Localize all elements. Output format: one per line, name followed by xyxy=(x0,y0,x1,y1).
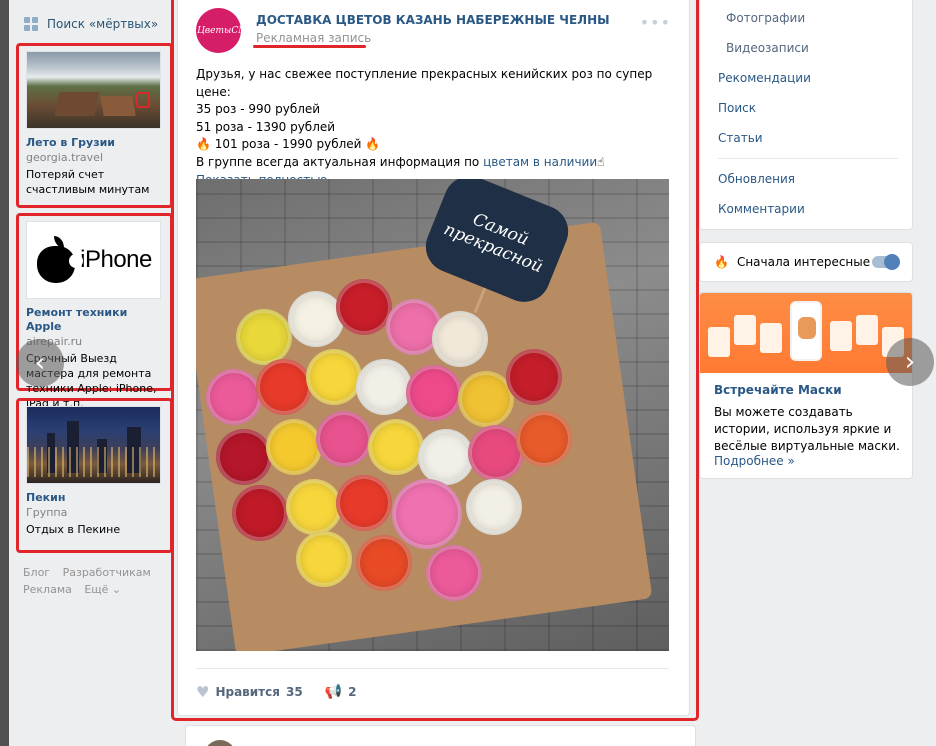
menu-comments[interactable]: Комментарии xyxy=(718,202,805,216)
ad-image-iphone[interactable]: iPhone xyxy=(26,221,161,299)
footer-blog-link[interactable]: Блог xyxy=(23,566,50,579)
search-dead-label: Поиск «мёртвых» xyxy=(47,17,159,31)
avatar[interactable] xyxy=(204,740,236,746)
menu-recommendations[interactable]: Рекомендации xyxy=(718,71,811,85)
chevron-left-icon: ‹ xyxy=(34,348,46,378)
footer-developers-link[interactable]: Разработчикам xyxy=(63,566,151,579)
masks-promo: Встречайте Маски Вы можете создавать ист… xyxy=(699,292,913,479)
chevron-right-icon: › xyxy=(904,347,916,377)
promo-banner[interactable] xyxy=(700,293,912,373)
ad-image-beijing[interactable] xyxy=(26,406,161,484)
menu-articles[interactable]: Статьи xyxy=(718,131,763,145)
ad-domain: Группа xyxy=(26,506,68,519)
ad-image-georgia[interactable] xyxy=(26,51,161,129)
right-menu: Фотографии Видеозаписи Рекомендации Поис… xyxy=(699,0,913,230)
flame-icon: 🔥 xyxy=(714,255,729,269)
sort-label: Сначала интересные xyxy=(736,255,871,269)
left-footer: Блог Разработчикам Реклама Ещё ⌄ xyxy=(23,564,163,598)
prev-arrow-button[interactable]: ‹ xyxy=(16,339,64,387)
divider xyxy=(718,158,898,159)
search-dead-link[interactable]: Поиск «мёртвых» xyxy=(24,14,158,34)
iphone-wordmark: iPhone xyxy=(80,246,152,273)
ad-title[interactable]: Лето в Грузии xyxy=(26,136,163,150)
menu-videos[interactable]: Видеозаписи xyxy=(726,41,809,55)
apple-logo-icon xyxy=(35,236,84,284)
promo-text: Вы можете создавать истории, используя я… xyxy=(714,405,900,453)
promo-more-link[interactable]: Подробнее » xyxy=(714,454,795,468)
menu-photos[interactable]: Фотографии xyxy=(726,11,805,25)
ad-highlight-1: Лето в Грузии georgia.travel Потеряй сче… xyxy=(16,43,173,208)
menu-search[interactable]: Поиск xyxy=(718,101,756,115)
ad-domain: georgia.travel xyxy=(26,151,103,164)
sort-toggle-row[interactable]: 🔥 Сначала интересные xyxy=(699,242,913,282)
next-arrow-button[interactable]: › xyxy=(886,338,934,386)
ad-card-beijing[interactable]: Пекин Группа Отдых в Пекине xyxy=(26,406,163,537)
next-post xyxy=(185,725,696,746)
ad-card-georgia[interactable]: Лето в Грузии georgia.travel Потеряй сче… xyxy=(26,51,163,197)
footer-ads-link[interactable]: Реклама xyxy=(23,583,72,596)
ad-title[interactable]: Пекин xyxy=(26,491,163,505)
ad-text: Отдых в Пекине xyxy=(26,523,121,536)
promo-title[interactable]: Встречайте Маски xyxy=(714,383,842,397)
sort-toggle[interactable] xyxy=(872,254,900,270)
ad-highlight-3: Пекин Группа Отдых в Пекине xyxy=(16,398,173,553)
grid-icon xyxy=(24,17,38,31)
ad-text: Потеряй счет счастливым минутам xyxy=(26,168,150,196)
post-highlight xyxy=(171,0,699,721)
footer-more-link[interactable]: Ещё ⌄ xyxy=(84,583,121,596)
menu-updates[interactable]: Обновления xyxy=(718,172,795,186)
ad-title[interactable]: Ремонт техники Apple xyxy=(26,306,163,334)
